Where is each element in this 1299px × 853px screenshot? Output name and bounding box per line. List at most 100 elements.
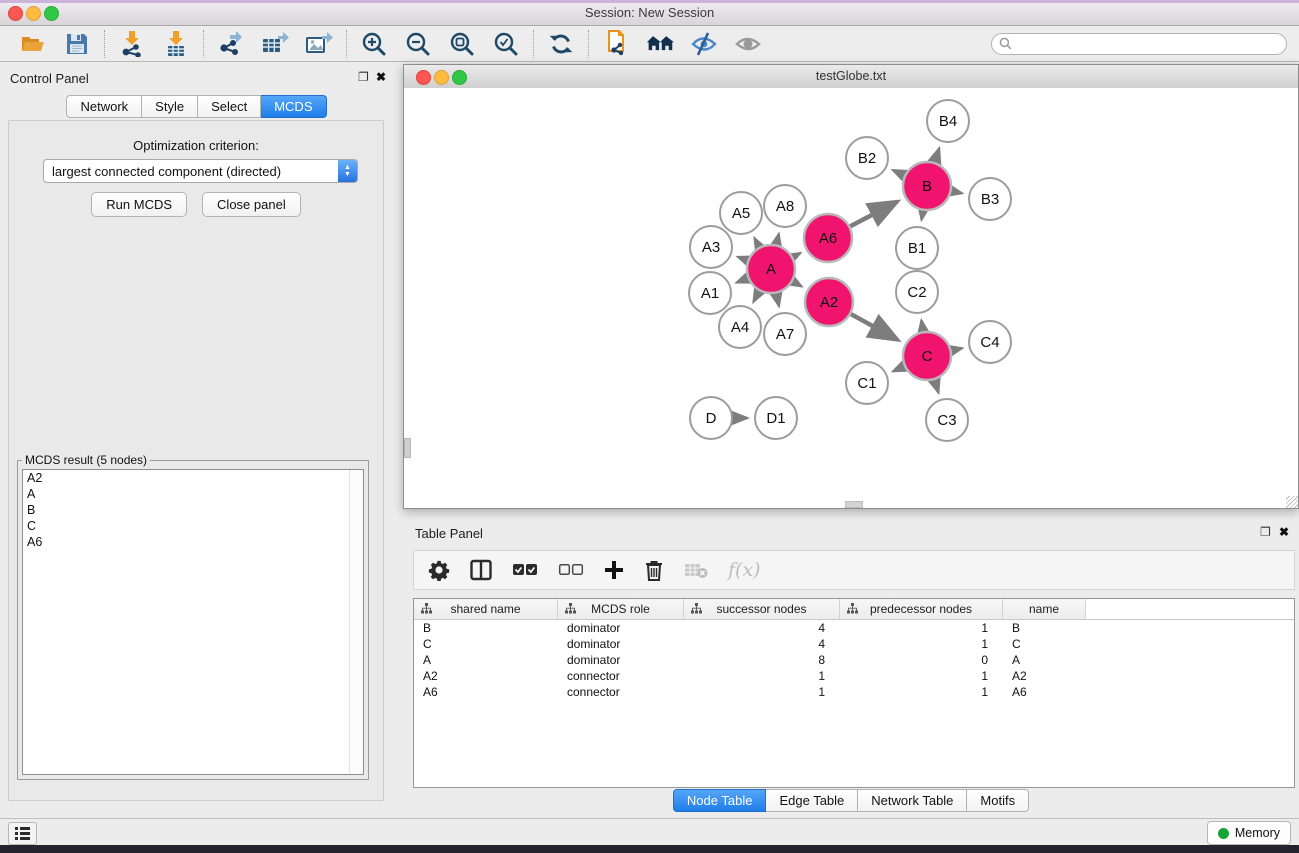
cell-name[interactable]: A2	[1003, 669, 1086, 683]
edge-A-A4[interactable]	[753, 291, 759, 302]
edge-A6-B[interactable]	[850, 202, 897, 227]
cell-successor-nodes[interactable]: 8	[684, 653, 840, 667]
column-header-predecessor-nodes[interactable]: predecessor nodes	[840, 599, 1003, 619]
open-session-icon[interactable]	[19, 30, 47, 58]
result-item[interactable]: A6	[23, 534, 363, 550]
close-panel-button[interactable]: Close panel	[202, 192, 301, 217]
node-A3[interactable]: A3	[690, 226, 732, 268]
network-canvas[interactable]: B4B2BB3A8A5A6A3B1AA1C2A2A4A7C4CC1C3DD1	[404, 88, 1298, 508]
result-scrollbar[interactable]	[349, 470, 363, 774]
edge-A-A6[interactable]	[793, 253, 800, 257]
edge-C-C2[interactable]	[921, 320, 923, 331]
select-all-checkboxes-icon[interactable]	[512, 557, 538, 583]
float-table-panel-icon[interactable]: ❐	[1260, 525, 1271, 539]
node-B1[interactable]: B1	[896, 227, 938, 269]
cell-shared-name[interactable]: A2	[414, 669, 558, 683]
cell-successor-nodes[interactable]: 1	[684, 685, 840, 699]
tab-mcds[interactable]: MCDS	[261, 95, 326, 118]
edge-A-A2[interactable]	[793, 281, 802, 286]
cell-shared-name[interactable]: A	[414, 653, 558, 667]
zoom-selected-icon[interactable]	[492, 30, 520, 58]
run-mcds-button[interactable]: Run MCDS	[91, 192, 187, 217]
node-A8[interactable]: A8	[764, 185, 806, 227]
edge-A-A1[interactable]	[737, 278, 748, 282]
edge-B-B4[interactable]	[935, 148, 940, 162]
node-C[interactable]: C	[903, 332, 951, 380]
save-session-icon[interactable]	[63, 30, 91, 58]
cell-name[interactable]: A6	[1003, 685, 1086, 699]
zoom-in-icon[interactable]	[360, 30, 388, 58]
node-A2[interactable]: A2	[805, 278, 853, 326]
cell-predecessor-nodes[interactable]: 1	[840, 621, 1003, 635]
cell-successor-nodes[interactable]: 4	[684, 637, 840, 651]
column-header-name[interactable]: name	[1003, 599, 1086, 619]
cell-predecessor-nodes[interactable]: 1	[840, 669, 1003, 683]
cell-name[interactable]: A	[1003, 653, 1086, 667]
column-layout-icon[interactable]	[470, 557, 492, 583]
tab-style[interactable]: Style	[142, 95, 198, 118]
cell-MCDS-role[interactable]: dominator	[558, 637, 684, 651]
table-row[interactable]: A6connector11A6	[414, 684, 1294, 700]
search-box[interactable]	[991, 33, 1287, 55]
settings-gear-icon[interactable]	[428, 557, 450, 583]
cell-shared-name[interactable]: A6	[414, 685, 558, 699]
resize-grip[interactable]	[1286, 496, 1298, 508]
deselect-all-checkboxes-icon[interactable]	[558, 557, 584, 583]
float-panel-icon[interactable]: ❐	[358, 70, 369, 84]
cell-MCDS-role[interactable]: connector	[558, 669, 684, 683]
node-C1[interactable]: C1	[846, 362, 888, 404]
table-row[interactable]: Cdominator41C	[414, 636, 1294, 652]
cell-successor-nodes[interactable]: 1	[684, 669, 840, 683]
result-item[interactable]: C	[23, 518, 363, 534]
cell-name[interactable]: C	[1003, 637, 1086, 651]
search-input[interactable]	[1016, 36, 1279, 52]
edge-B-B1[interactable]	[922, 211, 923, 220]
edge-A-A8[interactable]	[776, 234, 778, 245]
node-A7[interactable]: A7	[764, 313, 806, 355]
home-icon[interactable]	[646, 30, 674, 58]
table-row[interactable]: Bdominator41B	[414, 620, 1294, 636]
edge-A-A5[interactable]	[755, 238, 760, 247]
cell-predecessor-nodes[interactable]: 0	[840, 653, 1003, 667]
node-A4[interactable]: A4	[719, 306, 761, 348]
result-item[interactable]: A	[23, 486, 363, 502]
criterion-dropdown[interactable]: largest connected component (directed) ▲…	[43, 159, 358, 183]
export-image-icon[interactable]	[305, 30, 333, 58]
tab-node-table[interactable]: Node Table	[673, 789, 767, 812]
tab-select[interactable]: Select	[198, 95, 261, 118]
add-column-icon[interactable]	[604, 557, 624, 583]
close-table-panel-icon[interactable]: ✖	[1279, 525, 1289, 539]
export-table-icon[interactable]	[261, 30, 289, 58]
node-A5[interactable]: A5	[720, 192, 762, 234]
node-C2[interactable]: C2	[896, 271, 938, 313]
column-header-shared-name[interactable]: shared name	[414, 599, 558, 619]
horizontal-scrollbar-thumb[interactable]	[845, 501, 863, 508]
hide-eye-icon[interactable]	[690, 30, 718, 58]
tab-edge-table[interactable]: Edge Table	[766, 789, 858, 812]
export-network-icon[interactable]	[217, 30, 245, 58]
close-panel-icon[interactable]: ✖	[376, 70, 386, 84]
edge-C-C1[interactable]	[893, 366, 904, 371]
show-eye-icon[interactable]	[734, 30, 762, 58]
edge-C-C4[interactable]	[951, 348, 962, 350]
node-D[interactable]: D	[690, 397, 732, 439]
cell-name[interactable]: B	[1003, 621, 1086, 635]
edge-C-C3[interactable]	[934, 380, 938, 393]
vertical-scrollbar-thumb[interactable]	[404, 438, 411, 458]
node-A1[interactable]: A1	[689, 272, 731, 314]
edge-A-A7[interactable]	[776, 293, 779, 306]
network-window-titlebar[interactable]: testGlobe.txt	[404, 65, 1298, 89]
edge-A2-C[interactable]	[851, 314, 898, 340]
network-graph[interactable]: B4B2BB3A8A5A6A3B1AA1C2A2A4A7C4CC1C3DD1	[404, 88, 1298, 508]
clone-network-icon[interactable]	[602, 30, 630, 58]
refresh-icon[interactable]	[547, 30, 575, 58]
task-history-button[interactable]	[8, 822, 37, 845]
cell-MCDS-role[interactable]: connector	[558, 685, 684, 699]
memory-button[interactable]: Memory	[1207, 821, 1291, 845]
node-C3[interactable]: C3	[926, 399, 968, 441]
node-A6[interactable]: A6	[804, 214, 852, 262]
node-A[interactable]: A	[747, 245, 795, 293]
node-B2[interactable]: B2	[846, 137, 888, 179]
edge-A-A3[interactable]	[738, 257, 748, 261]
column-header-successor-nodes[interactable]: successor nodes	[684, 599, 840, 619]
